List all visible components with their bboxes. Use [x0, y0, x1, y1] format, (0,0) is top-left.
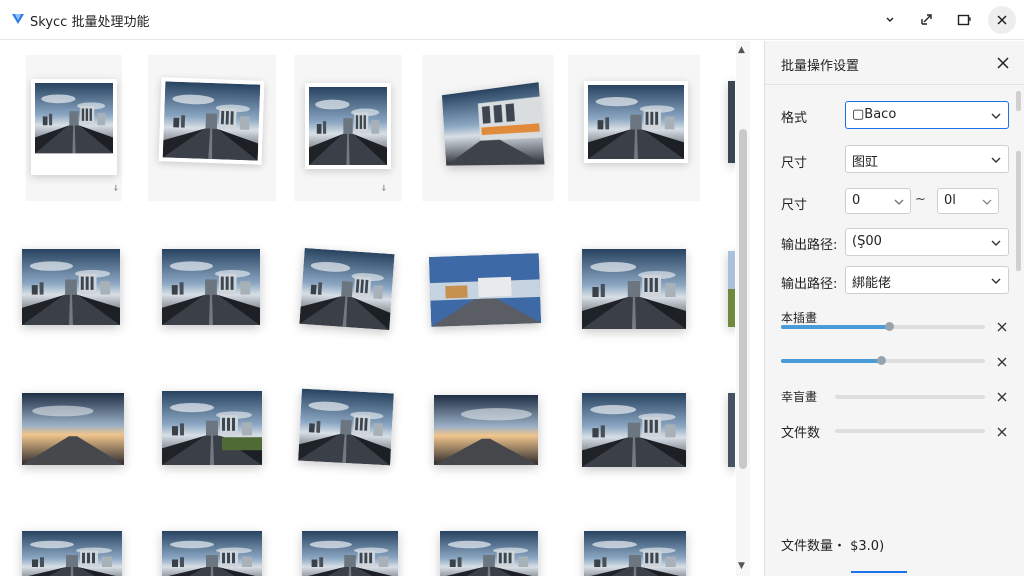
output-path-label-2: 输出路径:: [781, 273, 837, 292]
size-value: 图豇: [852, 155, 878, 170]
minimize-button[interactable]: [876, 6, 904, 34]
slider-2-knob[interactable]: [877, 356, 886, 365]
close-icon: [995, 13, 1009, 27]
image-thumbnail[interactable]: [22, 249, 120, 325]
resize-icon: [919, 12, 935, 28]
clear-slider-1-icon[interactable]: [996, 321, 1008, 333]
output-path-value: (Ş00: [852, 234, 882, 249]
size-to-value: 0l: [944, 193, 956, 208]
slider-3-label: 幸盲畫: [781, 388, 817, 405]
format-select[interactable]: ▢Baco: [845, 101, 1009, 129]
size-label: 尺寸: [781, 152, 807, 171]
slider-1-fill: [781, 325, 889, 329]
image-thumbnail-partial[interactable]: [728, 393, 735, 467]
clear-slider-3-icon[interactable]: [996, 391, 1008, 403]
panel-title: 批量操作设置: [781, 55, 859, 74]
cursor-icon: ⸸: [114, 183, 118, 194]
image-thumbnail[interactable]: [582, 249, 686, 329]
clear-slider-4-icon[interactable]: [996, 426, 1008, 438]
minimize-icon: [883, 13, 897, 27]
cursor-icon: ⸸: [382, 183, 386, 194]
chevron-down-icon: [981, 196, 993, 208]
chevron-down-icon: [990, 154, 1002, 166]
image-thumbnail-partial[interactable]: [728, 251, 735, 327]
image-thumbnail[interactable]: [162, 531, 262, 576]
image-thumbnail[interactable]: [159, 77, 265, 165]
size-from-value: 0: [852, 193, 860, 208]
panel-scrollbar-thumb[interactable]: [1016, 151, 1021, 271]
window-button[interactable]: [950, 6, 978, 34]
chevron-down-icon: [990, 237, 1002, 249]
image-thumbnail[interactable]: [299, 248, 394, 330]
image-thumbnail[interactable]: [22, 531, 122, 576]
format-value: ▢Baco: [852, 107, 896, 122]
size-select[interactable]: 图豇: [845, 145, 1009, 173]
image-thumbnail[interactable]: [22, 393, 124, 465]
chevron-down-icon: [893, 196, 905, 208]
slider-3[interactable]: [835, 395, 985, 399]
scrollbar-thumb[interactable]: [739, 129, 747, 469]
image-thumbnail[interactable]: [305, 83, 391, 169]
panel-header: 批量操作设置: [765, 41, 1024, 85]
file-count: 文件数量・ $3.0): [781, 535, 884, 554]
image-thumbnail[interactable]: [162, 391, 262, 465]
size-from-select[interactable]: 0: [845, 188, 911, 214]
output-path-select[interactable]: (Ş00: [845, 228, 1009, 256]
output-path-select-2[interactable]: 綁能佬: [845, 266, 1009, 294]
image-thumbnail[interactable]: [582, 393, 686, 467]
app-logo-icon: [10, 11, 26, 27]
close-button[interactable]: [988, 6, 1016, 34]
image-thumbnail[interactable]: [162, 249, 260, 325]
size-range-label: 尺寸: [781, 194, 807, 213]
batch-settings-panel: 批量操作设置 格式 ▢Baco 尺寸 图豇 尺寸 0 ~ 0l 输出路径: (Ş…: [764, 41, 1024, 576]
title-bar: Skycc 批量处理功能: [0, 0, 1024, 40]
image-thumbnail[interactable]: [440, 531, 538, 576]
slider-4-label: 文件数: [781, 422, 820, 441]
output-path-value-2: 綁能佬: [852, 276, 891, 291]
image-thumbnail[interactable]: [434, 395, 538, 465]
image-thumbnail[interactable]: [302, 531, 398, 576]
chevron-down-icon: [990, 275, 1002, 287]
slider-2[interactable]: [781, 359, 985, 363]
slider-1-knob[interactable]: [885, 322, 894, 331]
resize-button[interactable]: [913, 6, 941, 34]
output-path-label: 输出路径:: [781, 234, 837, 253]
image-thumbnail[interactable]: [31, 79, 117, 175]
slider-1[interactable]: [781, 325, 985, 329]
image-thumbnail[interactable]: [429, 253, 541, 327]
range-separator: ~: [915, 192, 926, 207]
image-thumbnail[interactable]: [442, 82, 545, 165]
slider-1-label: 本插畫: [781, 309, 817, 326]
image-thumbnail[interactable]: [584, 531, 686, 576]
panel-close-icon[interactable]: [993, 53, 1013, 73]
gallery-scrollbar[interactable]: ▲ ▼: [736, 41, 750, 576]
image-thumbnail[interactable]: [584, 81, 688, 163]
format-label: 格式: [781, 107, 807, 126]
chevron-down-icon: [990, 110, 1002, 122]
size-to-select[interactable]: 0l: [937, 188, 999, 214]
slider-2-fill: [781, 359, 881, 363]
image-thumbnail[interactable]: [298, 389, 394, 466]
image-gallery: ⸸ ⸸: [0, 41, 735, 576]
panel-scrollbar-thumb[interactable]: [1016, 91, 1021, 111]
slider-4[interactable]: [835, 429, 985, 433]
apply-button[interactable]: [851, 571, 907, 577]
clear-slider-2-icon[interactable]: [996, 356, 1008, 368]
image-thumbnail-partial[interactable]: [728, 81, 735, 163]
scroll-up-icon[interactable]: ▲: [738, 45, 745, 55]
window-icon: [956, 12, 972, 28]
scroll-down-icon[interactable]: ▼: [738, 561, 745, 571]
app-title: Skycc 批量处理功能: [30, 11, 149, 30]
